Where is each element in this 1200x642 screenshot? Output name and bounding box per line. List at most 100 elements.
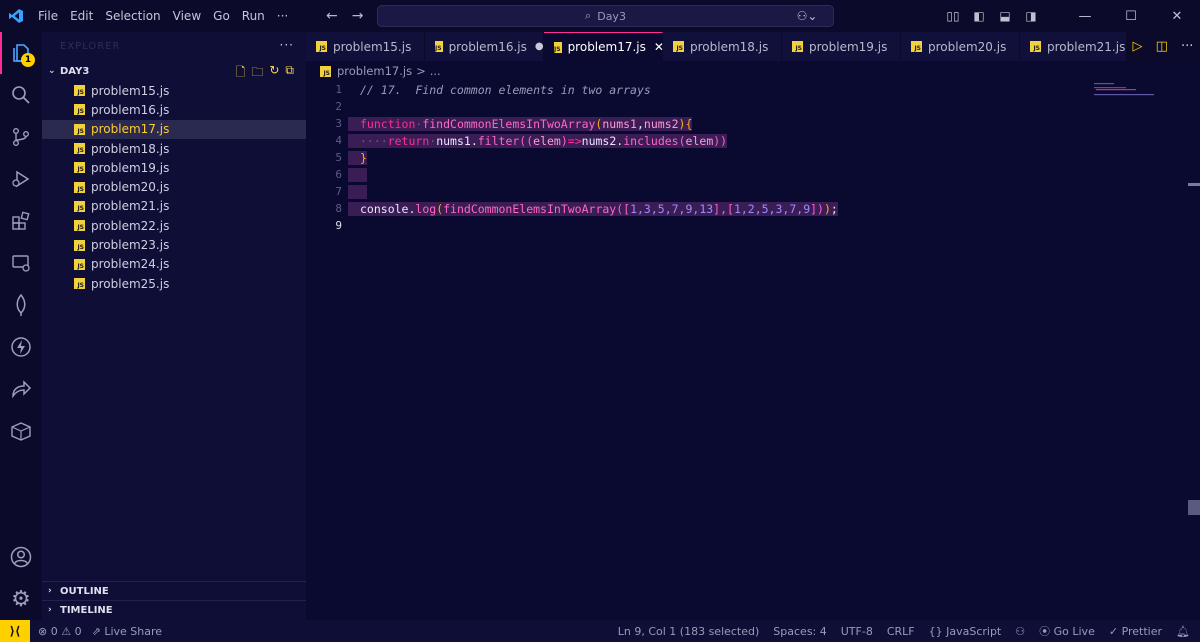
prettier-button[interactable]: ✓ Prettier bbox=[1109, 625, 1162, 638]
file-item-problem19[interactable]: JS problem19.js bbox=[42, 158, 306, 177]
tab-problem16[interactable]: JS problem16.js ● bbox=[425, 32, 544, 61]
live-share-button[interactable]: ⇗ Live Share bbox=[92, 625, 162, 638]
menu-view[interactable]: View bbox=[167, 0, 207, 32]
vscode-logo-icon bbox=[0, 0, 32, 32]
timeline-section[interactable]: › TIMELINE bbox=[42, 600, 306, 619]
toggle-sidebar-icon[interactable]: ◧ bbox=[966, 9, 992, 23]
menu-go[interactable]: Go bbox=[207, 0, 236, 32]
code-line-4: 4 ····return·nums1.filter((elem)=>nums2.… bbox=[306, 132, 1186, 149]
code-line-7: 7 bbox=[306, 183, 1186, 200]
mongodb-icon[interactable] bbox=[0, 284, 42, 326]
js-file-icon: JS bbox=[74, 85, 85, 97]
copilot-status-icon[interactable]: ⚇ bbox=[1015, 625, 1025, 638]
tab-problem15[interactable]: JS problem15.js bbox=[306, 32, 425, 61]
command-center-search[interactable]: ⌕ Day3 bbox=[377, 5, 834, 27]
file-item-problem22[interactable]: JS problem22.js bbox=[42, 216, 306, 235]
tab-label: problem21.js bbox=[1047, 39, 1126, 54]
thunder-client-icon[interactable] bbox=[0, 326, 42, 368]
file-item-problem16[interactable]: JS problem16.js bbox=[42, 100, 306, 119]
minimap[interactable] bbox=[1094, 81, 1156, 101]
tab-problem20[interactable]: JS problem20.js bbox=[901, 32, 1020, 61]
language-mode[interactable]: {} JavaScript bbox=[929, 625, 1002, 638]
packages-icon[interactable] bbox=[0, 410, 42, 452]
forward-arrow-icon[interactable]: → bbox=[352, 8, 364, 24]
js-file-icon: JS bbox=[74, 181, 85, 193]
js-file-icon: JS bbox=[74, 220, 85, 232]
menu-more[interactable]: ··· bbox=[271, 0, 294, 32]
code-editor[interactable]: 1 // 17. Find common elements in two arr… bbox=[306, 81, 1188, 620]
split-editor-icon[interactable]: ◫ bbox=[1156, 39, 1168, 54]
end-of-line[interactable]: CRLF bbox=[887, 625, 915, 638]
file-item-problem17[interactable]: JS problem17.js bbox=[42, 119, 306, 139]
close-icon[interactable]: ✕ bbox=[1154, 9, 1200, 24]
collapse-all-icon[interactable]: ⧉ bbox=[285, 63, 294, 84]
js-file-icon: JS bbox=[1030, 41, 1041, 52]
line-number: 6 bbox=[335, 168, 342, 181]
outline-section[interactable]: › OUTLINE bbox=[42, 581, 306, 600]
settings-icon[interactable]: ⚙ bbox=[0, 578, 42, 620]
indentation[interactable]: Spaces: 4 bbox=[773, 625, 826, 638]
live-share-icon[interactable] bbox=[0, 368, 42, 410]
tab-label: problem17.js bbox=[567, 40, 646, 54]
refresh-icon[interactable]: ↻ bbox=[269, 63, 279, 84]
more-actions-icon[interactable]: ··· bbox=[1181, 39, 1193, 54]
back-arrow-icon[interactable]: ← bbox=[326, 8, 338, 24]
explorer-icon[interactable]: 1 bbox=[0, 32, 42, 74]
file-item-problem21[interactable]: JS problem21.js bbox=[42, 197, 306, 216]
line-number: 8 bbox=[335, 202, 342, 215]
remote-explorer-icon[interactable] bbox=[0, 242, 42, 284]
search-icon[interactable] bbox=[0, 74, 42, 116]
status-bar: ⟩⟨ ⊗ 0 ⚠ 0 ⇗ Live Share Ln 9, Col 1 (183… bbox=[0, 620, 1200, 642]
encoding[interactable]: UTF-8 bbox=[841, 625, 873, 638]
breadcrumb-rest[interactable]: ... bbox=[430, 64, 441, 78]
file-item-problem24[interactable]: JS problem24.js bbox=[42, 255, 306, 274]
menu-run[interactable]: Run bbox=[236, 0, 271, 32]
customize-layout-icon[interactable]: ▯▯ bbox=[940, 9, 966, 23]
new-file-icon[interactable]: 🗋 bbox=[236, 63, 246, 84]
run-file-icon[interactable]: ▷ bbox=[1133, 39, 1143, 54]
js-file-icon: JS bbox=[320, 65, 331, 77]
menu-edit[interactable]: Edit bbox=[64, 0, 99, 32]
code-text: console.log(findCommonElemsInTwoArray([1… bbox=[348, 201, 838, 216]
file-item-problem25[interactable]: JS problem25.js bbox=[42, 274, 306, 293]
breadcrumb-file[interactable]: problem17.js bbox=[337, 64, 412, 78]
minimize-icon[interactable]: — bbox=[1062, 9, 1108, 24]
code-line-5: 5 } bbox=[306, 149, 1186, 166]
error-icon: ⊗ bbox=[38, 624, 48, 638]
problems-indicator[interactable]: ⊗ 0 ⚠ 0 bbox=[38, 625, 82, 638]
menu-file[interactable]: File bbox=[32, 0, 64, 32]
source-control-icon[interactable] bbox=[0, 116, 42, 158]
tab-problem19[interactable]: JS problem19.js bbox=[782, 32, 901, 61]
explorer-sidebar: EXPLORER ··· ⌄ DAY3 🗋 🗀 ↻ ⧉ JS problem15.… bbox=[42, 32, 306, 620]
toggle-panel-icon[interactable]: ⬓ bbox=[992, 9, 1018, 23]
tab-label: problem19.js bbox=[809, 39, 888, 54]
explorer-more-button[interactable]: ··· bbox=[280, 38, 294, 52]
navigation-arrows: ← → bbox=[326, 0, 363, 32]
go-live-button[interactable]: ⦿ Go Live bbox=[1039, 623, 1095, 639]
menu-selection[interactable]: Selection bbox=[99, 0, 166, 32]
new-folder-icon[interactable]: 🗀 bbox=[251, 63, 263, 84]
live-share-icon: ⇗ bbox=[91, 624, 101, 638]
editor-tabs: JS problem15.js JS problem16.js ● JS problem… bbox=[306, 32, 1200, 61]
file-item-problem18[interactable]: JS problem18.js bbox=[42, 139, 306, 158]
tab-problem21[interactable]: JS problem21.js bbox=[1020, 32, 1139, 61]
scrollbar-thumb[interactable] bbox=[1188, 500, 1200, 515]
explorer-header: EXPLORER ··· bbox=[42, 32, 306, 61]
file-item-problem20[interactable]: JS problem20.js bbox=[42, 177, 306, 196]
file-label: problem23.js bbox=[91, 238, 170, 253]
tab-problem17[interactable]: JS problem17.js ✕ bbox=[544, 32, 664, 61]
account-icon[interactable] bbox=[0, 536, 42, 578]
remote-indicator-icon[interactable]: ⟩⟨ bbox=[0, 620, 30, 642]
tab-problem18[interactable]: JS problem18.js bbox=[663, 32, 782, 61]
modified-dot-icon[interactable]: ● bbox=[535, 41, 544, 52]
maximize-icon[interactable]: ☐ bbox=[1108, 9, 1154, 24]
file-item-problem23[interactable]: JS problem23.js bbox=[42, 235, 306, 254]
notifications-bell-icon[interactable]: 🔔︎ bbox=[1176, 625, 1190, 638]
toggle-secondary-sidebar-icon[interactable]: ◨ bbox=[1018, 9, 1044, 23]
run-debug-icon[interactable] bbox=[0, 158, 42, 200]
extensions-icon[interactable] bbox=[0, 200, 42, 242]
chevron-right-icon: › bbox=[48, 605, 52, 615]
copilot-icon[interactable]: ⚇⌄ bbox=[794, 9, 820, 23]
file-label: problem21.js bbox=[91, 199, 170, 214]
cursor-position[interactable]: Ln 9, Col 1 (183 selected) bbox=[618, 625, 760, 638]
